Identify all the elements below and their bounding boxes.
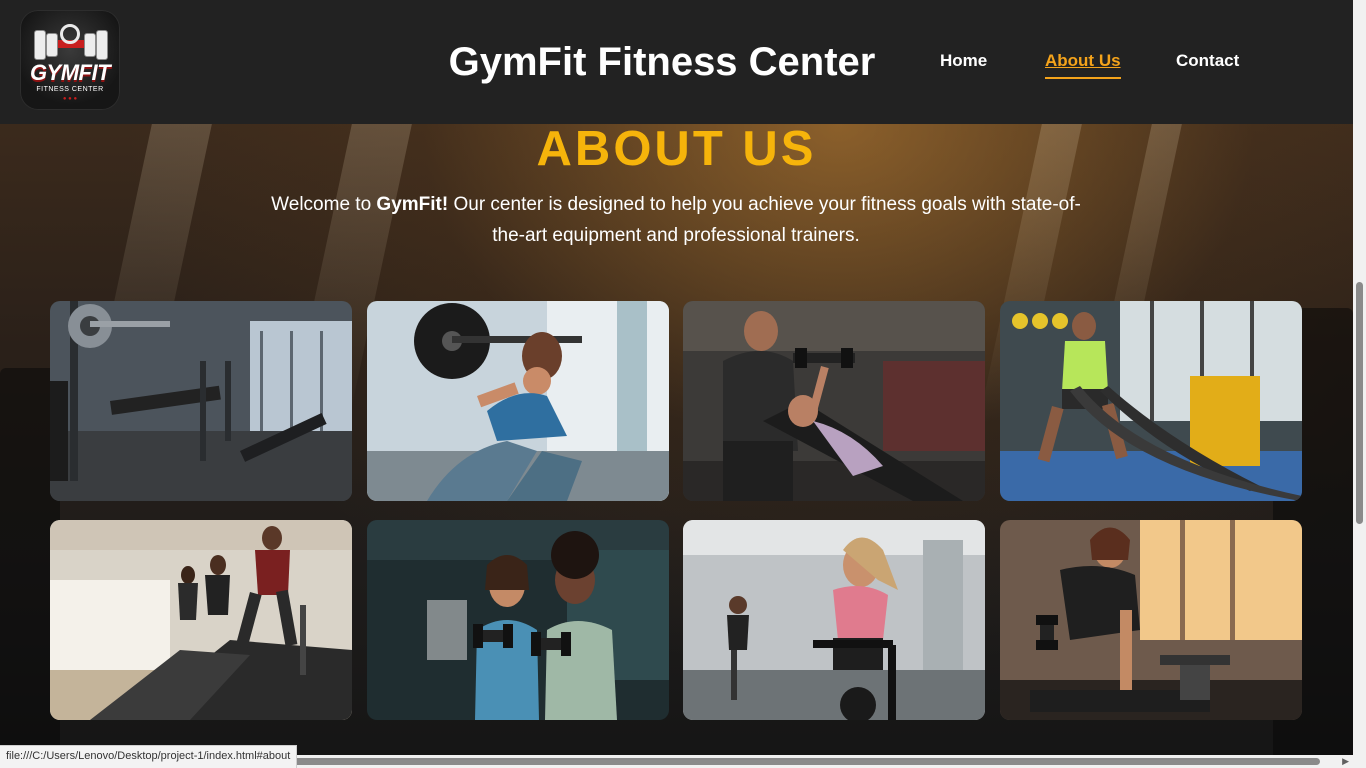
- vertical-scrollbar[interactable]: [1353, 0, 1366, 768]
- logo-plate: [96, 30, 108, 60]
- site-title: GymFit Fitness Center: [448, 40, 876, 84]
- treadmill-image: [50, 520, 352, 720]
- logo-tagline: FITNESS CENTER: [36, 86, 104, 93]
- gallery-photo-woman-dumbbell-row[interactable]: [1000, 520, 1302, 720]
- site-header: GYMFIT FITNESS CENTER ● ● ● GymFit Fitne…: [0, 0, 1353, 124]
- gallery-photo-empty-gym-machines[interactable]: [50, 301, 352, 501]
- dumbbell-press-image: [683, 301, 985, 501]
- barbell-squat-image: [367, 301, 669, 501]
- gymfit-logo[interactable]: GYMFIT FITNESS CENTER ● ● ●: [20, 10, 120, 110]
- gym-machines-image: [50, 301, 352, 501]
- about-text-intro: Welcome to: [271, 194, 377, 215]
- nav-link-home[interactable]: Home: [940, 50, 987, 72]
- logo-plate: [34, 30, 46, 60]
- nav-link-about-us[interactable]: About Us: [1045, 50, 1121, 79]
- gallery-photo-two-women-dumbbells[interactable]: [367, 520, 669, 720]
- logo-dots: ● ● ●: [62, 96, 78, 102]
- two-women-image: [367, 520, 669, 720]
- nav-link-contact[interactable]: Contact: [1176, 50, 1239, 72]
- scroll-right-arrow-icon[interactable]: ▶: [1342, 756, 1349, 767]
- about-title: ABOUT US: [536, 122, 817, 176]
- logo-plate: [46, 33, 58, 57]
- gallery-photo-treadmill-runners[interactable]: [50, 520, 352, 720]
- gallery-photo-spin-class[interactable]: [683, 520, 985, 720]
- dumbbell-icon: [60, 24, 80, 44]
- about-text-body: Our center is designed to help you achie…: [448, 194, 1081, 246]
- battle-ropes-image: [1000, 301, 1302, 501]
- status-bar-url: file:///C:/Users/Lenovo/Desktop/project-…: [0, 745, 298, 768]
- logo-wordmark: GYMFIT: [29, 60, 111, 85]
- about-text-brand: GymFit!: [376, 194, 449, 215]
- spin-class-image: [683, 520, 985, 720]
- vertical-scrollbar-thumb[interactable]: [1356, 282, 1363, 524]
- gallery-photo-trainer-dumbbell-press[interactable]: [683, 301, 985, 501]
- gallery-photo-man-battle-ropes[interactable]: [1000, 301, 1302, 501]
- dumbbell-row-image: [1000, 520, 1302, 720]
- page: GYMFIT FITNESS CENTER ● ● ● GymFit Fitne…: [0, 0, 1366, 768]
- logo-plate: [84, 33, 96, 57]
- gallery-photo-woman-barbell-squat[interactable]: [367, 301, 669, 501]
- about-description: Welcome to GymFit! Our center is designe…: [270, 189, 1082, 251]
